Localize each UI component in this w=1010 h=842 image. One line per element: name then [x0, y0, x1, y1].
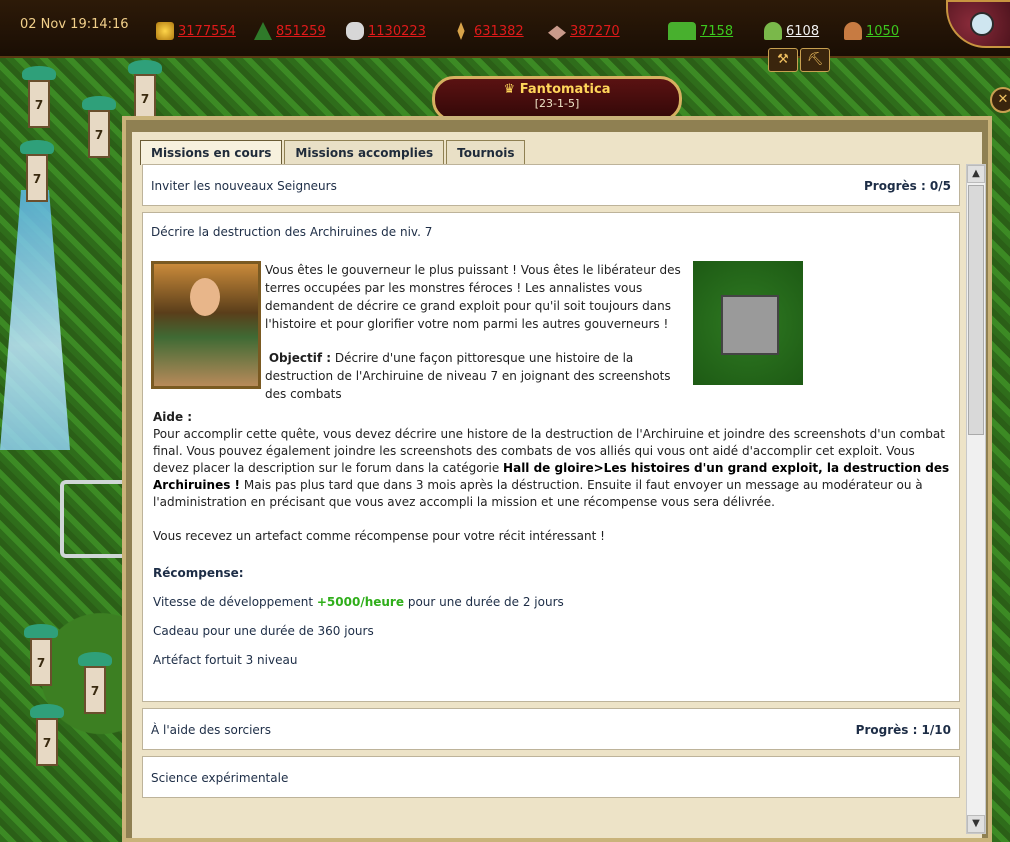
unit-knight[interactable]: 6108 — [764, 22, 819, 40]
premium-button[interactable] — [946, 0, 1010, 48]
missions-scrollbar[interactable]: ▲ ▼ — [966, 164, 986, 834]
resource-gold[interactable]: 3177554 — [156, 22, 236, 40]
archiruine-castle-image — [693, 261, 803, 385]
map-tower[interactable]: 7 — [20, 140, 54, 210]
mission-intro: Vous êtes le gouverneur le plus puissant… — [265, 263, 681, 401]
mission-title: Décrire la destruction des Archiruines d… — [151, 225, 433, 239]
objective-label: Objectif : — [268, 351, 332, 365]
wood-icon — [254, 22, 272, 40]
unit-army[interactable]: 7158 — [668, 22, 733, 40]
army-icon — [668, 22, 696, 40]
map-tower[interactable]: 7 — [22, 66, 56, 136]
server-clock: 02 Nov 19:14:16 — [20, 17, 129, 32]
reward-title: Récompense: — [153, 566, 244, 580]
dialog-body: Missions en cours Missions accomplies To… — [132, 132, 986, 838]
hammer-button[interactable]: ⚒ — [768, 48, 798, 72]
scroll-down-button[interactable]: ▼ — [967, 815, 985, 833]
close-button[interactable]: ✕ — [990, 87, 1010, 113]
resource-stone[interactable]: 1130223 — [346, 22, 426, 40]
map-tower[interactable]: 7 — [24, 624, 58, 694]
scroll-thumb[interactable] — [968, 185, 984, 435]
advisor-portrait — [151, 261, 261, 389]
tab-bar: Missions en cours Missions accomplies To… — [140, 140, 526, 165]
player-coords: [23-1-5] — [534, 97, 580, 110]
mission-card-sorcerers[interactable]: À l'aide des sorciers Progrès : 1/10 — [142, 708, 960, 750]
resource-ore[interactable]: 387270 — [548, 22, 620, 40]
shovel-button[interactable]: ⛏ — [800, 48, 830, 72]
resource-bar: 02 Nov 19:14:16 3177554 851259 1130223 6… — [0, 0, 1010, 58]
gem-icon — [970, 12, 994, 36]
missions-list: Inviter les nouveaux Seigneurs Progrès :… — [142, 164, 963, 828]
mission-title: Science expérimentale — [151, 771, 289, 785]
crown-icon: ♛ — [503, 82, 516, 97]
reward-artifact: Artéfact fortuit 3 niveau — [153, 653, 298, 667]
grain-icon — [457, 22, 465, 40]
resource-wood[interactable]: 851259 — [254, 22, 326, 40]
reward-gift: Cadeau pour une durée de 360 jours — [153, 624, 374, 638]
missions-dialog: Missions en cours Missions accomplies To… — [122, 116, 992, 842]
unit-worker[interactable]: 1050 — [844, 22, 899, 40]
tab-completed-missions[interactable]: Missions accomplies — [284, 140, 445, 165]
mission-card-archiruines[interactable]: Décrire la destruction des Archiruines d… — [142, 212, 960, 702]
tab-current-missions[interactable]: Missions en cours — [140, 140, 283, 165]
map-tower[interactable]: 7 — [78, 652, 112, 722]
reward-speed: Vitesse de développement +5000/heure pou… — [153, 595, 564, 609]
worker-icon — [844, 22, 862, 40]
mission-card-science[interactable]: Science expérimentale — [142, 756, 960, 798]
mission-details: Aide : Pour accomplir cette quête, vous … — [153, 409, 953, 669]
gold-icon — [156, 22, 174, 40]
reward-note: Vous recevez un artefact comme récompens… — [153, 529, 605, 543]
mission-progress: Progrès : 1/10 — [855, 723, 951, 737]
resource-grain[interactable]: 631382 — [452, 22, 524, 40]
mission-title: Inviter les nouveaux Seigneurs — [151, 179, 337, 193]
player-name: Fantomatica — [519, 82, 611, 97]
ore-icon — [548, 25, 566, 40]
knight-icon — [764, 22, 782, 40]
mission-title: À l'aide des sorciers — [151, 723, 271, 737]
tab-tournaments[interactable]: Tournois — [446, 140, 526, 165]
mission-progress: Progrès : 0/5 — [864, 179, 951, 193]
map-tower[interactable]: 7 — [82, 96, 116, 166]
mission-card-invite[interactable]: Inviter les nouveaux Seigneurs Progrès :… — [142, 164, 960, 206]
help-text: Pour accomplir cette quête, vous devez d… — [153, 427, 950, 509]
scroll-up-button[interactable]: ▲ — [967, 165, 985, 183]
map-tower[interactable]: 7 — [30, 704, 64, 774]
stone-icon — [346, 22, 364, 40]
help-label: Aide : — [153, 410, 193, 424]
